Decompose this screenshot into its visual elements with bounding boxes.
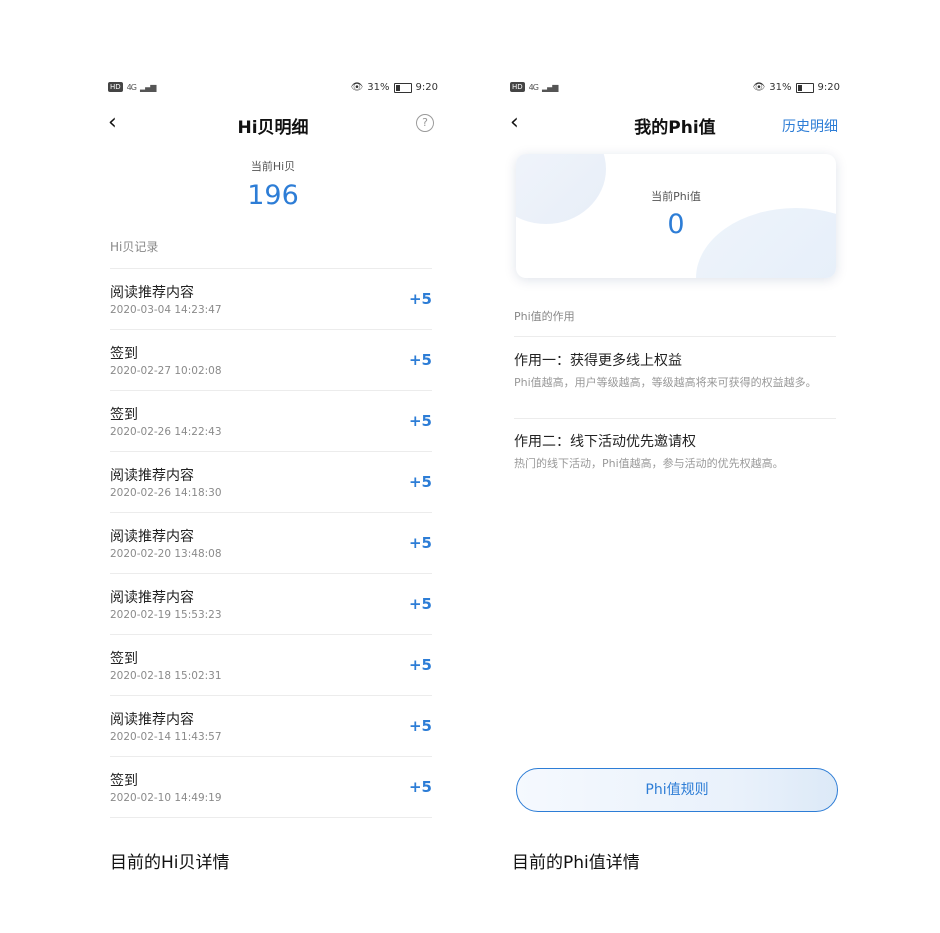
divider (514, 418, 836, 419)
current-hi-label: 当前Hi贝 (250, 160, 296, 173)
record-amount: +5 (408, 534, 432, 552)
battery-icon (393, 82, 412, 93)
record-time: 2020-02-18 15:02:31 (110, 670, 222, 682)
hi-record-row: 阅读推荐内容 2020-02-14 11:43:57 +5 (110, 695, 432, 756)
signal-icon: 4G (528, 82, 539, 92)
status-bar: HD 4G ▂▄▆ 👁 31% 9:20 (510, 80, 840, 98)
status-bar: HD 4G ▂▄▆ 👁 31% 9:20 (108, 80, 438, 98)
current-phi-value: 0 (667, 209, 685, 240)
record-amount: +5 (408, 351, 432, 369)
nav-bar: ‹ Hi贝明细 ? (108, 110, 438, 140)
hi-record-row: 阅读推荐内容 2020-02-26 14:18:30 +5 (110, 451, 432, 512)
page-title: Hi贝明细 (237, 118, 309, 138)
record-title: 阅读推荐内容 (110, 468, 194, 484)
record-amount: +5 (408, 412, 432, 430)
hi-record-row: 签到 2020-02-26 14:22:43 +5 (110, 390, 432, 451)
records-section-title: Hi贝记录 (110, 240, 159, 254)
record-title: 签到 (110, 346, 138, 362)
history-detail-link[interactable]: 历史明细 (782, 116, 838, 136)
record-title: 阅读推荐内容 (110, 712, 194, 728)
record-time: 2020-02-20 13:48:08 (110, 548, 222, 560)
record-amount: +5 (408, 595, 432, 613)
battery-percent: 31% (769, 82, 792, 93)
hi-record-row: 签到 2020-02-27 10:02:08 +5 (110, 329, 432, 390)
signal-icon: 4G (126, 82, 137, 92)
record-amount: +5 (408, 778, 432, 796)
hi-record-row: 签到 2020-02-18 15:02:31 +5 (110, 634, 432, 695)
record-title: 阅读推荐内容 (110, 285, 194, 301)
hi-detail-screen: HD 4G ▂▄▆ 👁 31% 9:20 ‹ Hi贝明细 ? 当前Hi贝 196… (108, 80, 438, 873)
signal-bars-icon: ▂▄▆ (139, 82, 157, 92)
record-time: 2020-02-26 14:22:43 (110, 426, 222, 438)
battery-percent: 31% (367, 82, 390, 93)
record-time: 2020-03-04 14:23:47 (110, 304, 222, 316)
use-two-desc: 热门的线下活动，Phi值越高，参与活动的优先权越高。 (514, 457, 784, 470)
nav-bar: ‹ 我的Phi值 历史明细 (510, 110, 840, 140)
list-end-divider (110, 817, 432, 819)
hi-record-row: 签到 2020-02-10 14:49:19 +5 (110, 756, 432, 817)
record-title: 签到 (110, 651, 138, 667)
record-time: 2020-02-19 15:53:23 (110, 609, 222, 621)
record-amount: +5 (408, 290, 432, 308)
record-time: 2020-02-27 10:02:08 (110, 365, 222, 377)
record-time: 2020-02-26 14:18:30 (110, 487, 222, 499)
record-title: 签到 (110, 407, 138, 423)
divider (514, 336, 836, 337)
hd-network-icon: HD (510, 82, 525, 92)
record-title: 阅读推荐内容 (110, 529, 194, 545)
phi-rules-button[interactable]: Phi值规则 (516, 768, 838, 812)
current-hi-value: 196 (247, 180, 299, 211)
hi-record-row: 阅读推荐内容 2020-02-19 15:53:23 +5 (110, 573, 432, 634)
phi-value-screen: HD 4G ▂▄▆ 👁 31% 9:20 ‹ 我的Phi值 历史明细 当前Phi… (510, 80, 840, 873)
record-time: 2020-02-14 11:43:57 (110, 731, 222, 743)
eye-icon: 👁 (350, 82, 364, 93)
record-amount: +5 (408, 717, 432, 735)
hi-records-list: 阅读推荐内容 2020-03-04 14:23:47 +5 签到 2020-02-27 … (110, 268, 432, 819)
use-one-desc: Phi值越高，用户等级越高，等级越高将来可获得的权益越多。 (514, 376, 817, 389)
use-one-title: 作用一：获得更多线上权益 (514, 353, 682, 369)
record-amount: +5 (408, 473, 432, 491)
record-title: 签到 (110, 773, 138, 789)
phi-value-card: 当前Phi值 0 (516, 154, 836, 278)
record-time: 2020-02-10 14:49:19 (110, 792, 222, 804)
clock: 9:20 (817, 82, 840, 93)
clock: 9:20 (415, 82, 438, 93)
phi-caption: 目前的Phi值详情 (512, 853, 640, 873)
record-amount: +5 (408, 656, 432, 674)
battery-fill (797, 84, 803, 91)
hi-record-row: 阅读推荐内容 2020-03-04 14:23:47 +5 (110, 268, 432, 329)
hd-network-icon: HD (108, 82, 123, 92)
record-title: 阅读推荐内容 (110, 590, 194, 606)
use-two-title: 作用二：线下活动优先邀请权 (514, 434, 696, 450)
battery-icon (795, 82, 814, 93)
current-phi-label: 当前Phi值 (651, 190, 701, 203)
signal-bars-icon: ▂▄▆ (541, 82, 559, 92)
help-question-icon[interactable]: ? (416, 114, 434, 132)
battery-fill (395, 84, 401, 91)
hi-caption: 目前的Hi贝详情 (110, 853, 230, 873)
phi-uses-section-title: Phi值的作用 (514, 310, 575, 323)
hi-record-row: 阅读推荐内容 2020-02-20 13:48:08 +5 (110, 512, 432, 573)
eye-icon: 👁 (752, 82, 766, 93)
